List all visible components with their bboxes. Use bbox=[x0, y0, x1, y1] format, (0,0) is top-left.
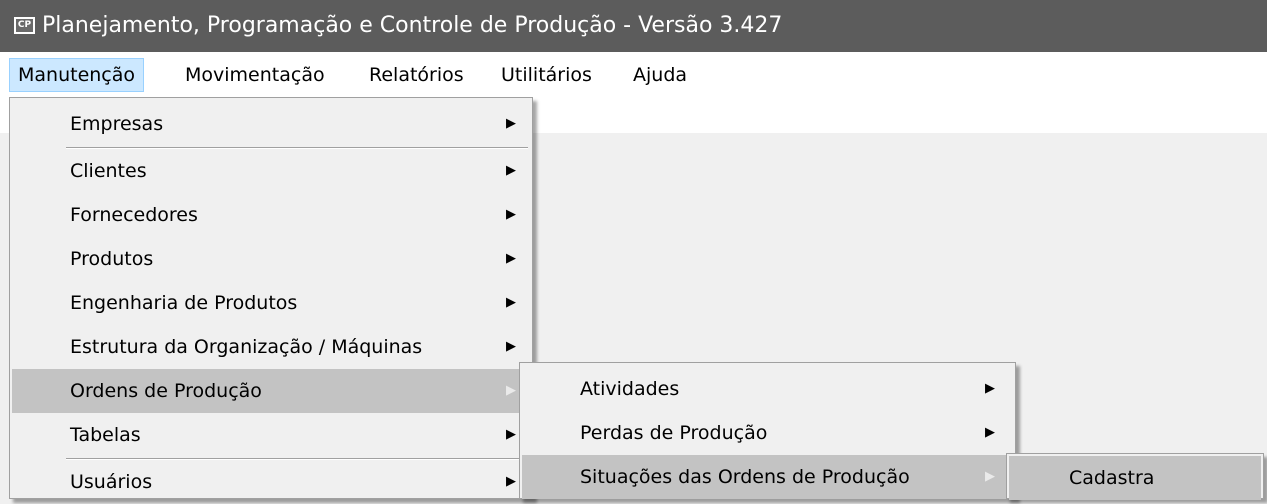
menu-utilitarios[interactable]: Utilitários bbox=[493, 58, 600, 92]
submenu-arrow-icon: ▶ bbox=[506, 383, 516, 398]
menu-item-perdas-de-producao[interactable]: Perdas de Produção ▶ bbox=[522, 411, 1013, 455]
menu-item-usuarios[interactable]: Usuários ▶ bbox=[12, 460, 530, 504]
menu-item-label: Empresas bbox=[70, 113, 164, 135]
menu-item-label: Estrutura da Organização / Máquinas bbox=[70, 336, 423, 358]
menu-item-label: Situações das Ordens de Produção bbox=[580, 466, 910, 488]
ordens-de-producao-submenu: Atividades ▶ Perdas de Produção ▶ Situaç… bbox=[519, 362, 1016, 499]
submenu-arrow-icon: ▶ bbox=[506, 427, 516, 442]
submenu-arrow-icon: ▶ bbox=[506, 116, 516, 131]
submenu-arrow-icon: ▶ bbox=[506, 163, 516, 178]
menu-item-label: Clientes bbox=[70, 160, 147, 182]
menu-item-label: Fornecedores bbox=[70, 204, 198, 226]
menu-item-produtos[interactable]: Produtos ▶ bbox=[12, 237, 530, 281]
menu-item-empresas[interactable]: Empresas ▶ bbox=[12, 102, 530, 146]
menu-item-estrutura-organizacao[interactable]: Estrutura da Organização / Máquinas ▶ bbox=[12, 325, 530, 369]
menu-movimentacao[interactable]: Movimentação bbox=[177, 58, 333, 92]
title-bar: CP Planejamento, Programação e Controle … bbox=[0, 0, 1267, 52]
menu-item-label: Perdas de Produção bbox=[580, 422, 768, 444]
menu-bar: Manutenção Movimentação Relatórios Utili… bbox=[0, 52, 1267, 97]
menu-item-label: Engenharia de Produtos bbox=[70, 292, 298, 314]
menu-item-tabelas[interactable]: Tabelas ▶ bbox=[12, 413, 530, 457]
menu-manutencao[interactable]: Manutenção bbox=[9, 58, 145, 92]
submenu-arrow-icon: ▶ bbox=[985, 381, 995, 396]
window-title: Planejamento, Programação e Controle de … bbox=[42, 13, 783, 38]
situacoes-submenu: Cadastra bbox=[1006, 453, 1264, 500]
menu-item-label: Produtos bbox=[70, 248, 154, 270]
menu-item-clientes[interactable]: Clientes ▶ bbox=[12, 149, 530, 193]
app-icon[interactable]: CP bbox=[14, 17, 35, 34]
menu-relatorios[interactable]: Relatórios bbox=[361, 58, 472, 92]
menu-item-label: Usuários bbox=[70, 471, 153, 493]
submenu-arrow-icon: ▶ bbox=[506, 207, 516, 222]
menu-item-engenharia-de-produtos[interactable]: Engenharia de Produtos ▶ bbox=[12, 281, 530, 325]
submenu-arrow-icon: ▶ bbox=[506, 251, 516, 266]
submenu-arrow-icon: ▶ bbox=[506, 474, 516, 489]
submenu-arrow-icon: ▶ bbox=[985, 469, 995, 484]
menu-item-label: Cadastra bbox=[1069, 467, 1155, 489]
menu-item-label: Ordens de Produção bbox=[70, 380, 262, 402]
menu-item-label: Atividades bbox=[580, 378, 680, 400]
manutencao-dropdown: Empresas ▶ Clientes ▶ Fornecedores ▶ Pro… bbox=[9, 97, 533, 499]
submenu-arrow-icon: ▶ bbox=[985, 425, 995, 440]
menu-ajuda[interactable]: Ajuda bbox=[625, 58, 695, 92]
menu-item-atividades[interactable]: Atividades ▶ bbox=[522, 367, 1013, 411]
submenu-arrow-icon: ▶ bbox=[506, 339, 516, 354]
submenu-arrow-icon: ▶ bbox=[506, 295, 516, 310]
menu-item-cadastra[interactable]: Cadastra bbox=[1009, 456, 1261, 500]
menu-item-fornecedores[interactable]: Fornecedores ▶ bbox=[12, 193, 530, 237]
menu-item-ordens-de-producao[interactable]: Ordens de Produção ▶ bbox=[12, 369, 530, 413]
menu-item-label: Tabelas bbox=[70, 424, 141, 446]
menu-item-situacoes-das-ordens[interactable]: Situações das Ordens de Produção ▶ bbox=[522, 455, 1013, 499]
